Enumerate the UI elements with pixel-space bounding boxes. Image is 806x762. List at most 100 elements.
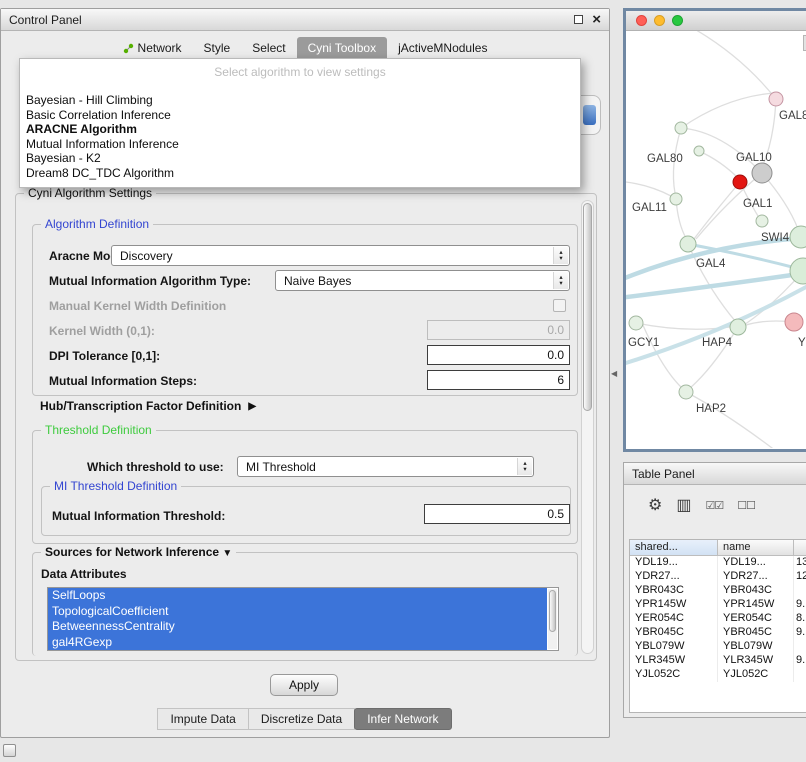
algorithm-option[interactable]: Basic Correlation Inference xyxy=(20,108,580,123)
list-scrollbar[interactable] xyxy=(548,589,557,649)
close-icon[interactable]: × xyxy=(592,15,601,25)
algorithm-option[interactable]: Bayesian - Hill Climbing xyxy=(20,93,580,108)
algorithm-option[interactable]: Mutual Information Inference xyxy=(20,137,580,152)
mi-steps-input[interactable] xyxy=(427,370,570,390)
mi-type-select[interactable]: Naive Bayes ▴▾ xyxy=(275,270,570,291)
network-node[interactable] xyxy=(694,146,704,156)
network-window-titlebar[interactable] xyxy=(626,11,806,31)
algorithm-option[interactable]: ARACNE Algorithm xyxy=(20,122,580,137)
tab-style[interactable]: Style xyxy=(193,37,242,59)
algorithm-option[interactable]: Dream8 DC_TDC Algorithm xyxy=(20,166,580,181)
tab-network[interactable]: Network xyxy=(112,37,193,59)
collapse-arrow-icon: ▼ xyxy=(222,548,232,559)
table-cell: YBR043C xyxy=(630,584,718,598)
table-row[interactable]: YDR27...YDR27...12 xyxy=(630,570,806,584)
table-cell: YJL052C xyxy=(718,668,794,682)
network-node[interactable] xyxy=(679,385,693,399)
table-cell: 13 xyxy=(794,556,806,570)
network-node[interactable] xyxy=(769,92,783,106)
column-header-name[interactable]: name xyxy=(718,540,794,556)
table-row[interactable]: YBL079WYBL079W xyxy=(630,640,806,654)
network-node[interactable] xyxy=(730,319,746,335)
control-panel-tabs: Network Style Select Cyni Toolbox jActiv… xyxy=(1,37,609,59)
table-cell: YLR345W xyxy=(630,654,718,668)
mi-threshold-input[interactable] xyxy=(424,504,570,524)
float-window-icon[interactable] xyxy=(574,15,583,24)
zoom-button[interactable] xyxy=(672,15,683,26)
unselect-all-columns-icon[interactable]: ☐☐ xyxy=(737,497,755,515)
dpi-tolerance-input[interactable] xyxy=(427,345,570,365)
scrollbar-thumb[interactable] xyxy=(549,590,556,632)
hub-definition-toggle[interactable]: Hub/Transcription Factor Definition ▶ xyxy=(40,399,256,413)
sources-group-title: Sources for Network Inference ▼ xyxy=(41,545,236,559)
settings-scrollbar[interactable] xyxy=(581,200,594,654)
attribute-item[interactable]: BetweennessCentrality xyxy=(48,619,547,635)
apply-button[interactable]: Apply xyxy=(270,674,338,696)
table-panel-titlebar[interactable]: Table Panel xyxy=(624,463,806,485)
tab-cyni-toolbox[interactable]: Cyni Toolbox xyxy=(297,37,387,59)
network-canvas[interactable]: GAL80GAL10GAL8GAL11GAL1SWI4GAL4GCY1HAP4Y… xyxy=(626,31,806,448)
combo-arrows-icon: ▴▾ xyxy=(553,247,568,264)
network-node[interactable] xyxy=(790,258,806,284)
table-cell: YJL052C xyxy=(630,668,718,682)
minimize-button[interactable] xyxy=(654,15,665,26)
table-row[interactable]: YER054CYER054C8. xyxy=(630,612,806,626)
table-row[interactable]: YJL052CYJL052C xyxy=(630,668,806,682)
data-attributes-list[interactable]: SelfLoopsTopologicalCoefficientBetweenne… xyxy=(47,587,559,651)
table-row[interactable]: YBR045CYBR045C9. xyxy=(630,626,806,640)
table-cell: YER054C xyxy=(630,612,718,626)
show-columns-icon[interactable]: ▥ xyxy=(676,497,691,515)
tab-discretize-data[interactable]: Discretize Data xyxy=(248,708,355,730)
manual-kernel-label: Manual Kernel Width Definition xyxy=(49,299,226,313)
network-node[interactable] xyxy=(680,236,696,252)
aracne-mode-select[interactable]: Discovery ▴▾ xyxy=(111,245,570,266)
threshold-definition-group: Threshold Definition Which threshold to … xyxy=(32,430,578,544)
scrollbar-thumb[interactable] xyxy=(583,203,592,411)
attribute-item[interactable]: gal4RGexp xyxy=(48,635,547,651)
close-button[interactable] xyxy=(636,15,647,26)
table-header-row: shared... name xyxy=(630,540,806,556)
table-cell: YDR27... xyxy=(718,570,794,584)
settings-gear-icon[interactable]: ⚙ xyxy=(648,497,662,515)
tab-infer-network[interactable]: Infer Network xyxy=(354,708,451,730)
algorithm-option[interactable]: Bayesian - K2 xyxy=(20,151,580,166)
tab-select[interactable]: Select xyxy=(241,37,296,59)
select-all-columns-icon[interactable]: ☑☑ xyxy=(705,497,723,515)
settings-group-title: Cyni Algorithm Settings xyxy=(24,186,156,200)
network-node[interactable] xyxy=(733,175,747,189)
node-label: GAL1 xyxy=(743,198,772,210)
network-node[interactable] xyxy=(785,313,803,331)
node-label: GCY1 xyxy=(628,337,659,349)
restore-panel-icon[interactable] xyxy=(3,744,16,757)
network-node[interactable] xyxy=(752,163,772,183)
expand-arrow-icon: ▶ xyxy=(248,401,256,412)
network-node[interactable] xyxy=(756,215,768,227)
algorithm-definition-group: Algorithm Definition Aracne Mode: Discov… xyxy=(32,224,578,396)
attribute-item[interactable]: SelfLoops xyxy=(48,588,547,604)
data-attributes-label: Data Attributes xyxy=(41,567,127,581)
table-row[interactable]: YPR145WYPR145W9. xyxy=(630,598,806,612)
table-rows: YDL19...YDL19...13YDR27...YDR27...12YBR0… xyxy=(630,556,806,682)
table-cell: YBR043C xyxy=(718,584,794,598)
table-row[interactable]: YDL19...YDL19...13 xyxy=(630,556,806,570)
network-node[interactable] xyxy=(790,226,806,248)
network-node[interactable] xyxy=(670,193,682,205)
node-label: GAL11 xyxy=(632,202,667,214)
table-row[interactable]: YBR043CYBR043C xyxy=(630,584,806,598)
tab-jactivemnodules[interactable]: jActiveMNodules xyxy=(387,37,498,59)
attribute-item[interactable]: TopologicalCoefficient xyxy=(48,604,547,620)
manual-kernel-checkbox[interactable] xyxy=(553,299,566,312)
network-node[interactable] xyxy=(629,316,643,330)
column-header-shared-name[interactable]: shared... xyxy=(630,540,718,556)
table-row[interactable]: YLR345WYLR345W9. xyxy=(630,654,806,668)
control-panel-titlebar[interactable]: Control Panel × xyxy=(1,9,609,31)
splitter-collapse-arrow[interactable]: ◀ xyxy=(611,369,617,378)
which-threshold-label: Which threshold to use: xyxy=(87,460,224,474)
table-cell: YDR27... xyxy=(630,570,718,584)
which-threshold-select[interactable]: MI Threshold ▴▾ xyxy=(237,456,534,477)
sources-label[interactable]: Sources for Network Inference xyxy=(45,545,219,559)
column-header-extra[interactable] xyxy=(794,540,806,556)
network-node[interactable] xyxy=(675,122,687,134)
table-cell: YBR045C xyxy=(630,626,718,640)
tab-impute-data[interactable]: Impute Data xyxy=(157,708,248,730)
